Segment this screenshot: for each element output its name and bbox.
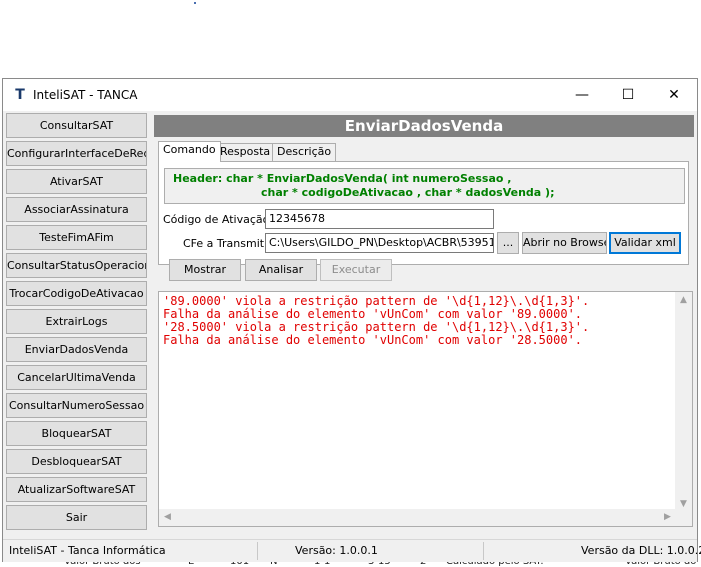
cfe-path-input[interactable]: C:\Users\GILDO_PN\Desktop\ACBR\53951450 [265, 233, 494, 253]
sidebar-item-extrair-logs[interactable]: ExtrairLogs [6, 309, 147, 334]
sidebar-item-atualizar-software[interactable]: AtualizarSoftwareSAT [6, 477, 147, 502]
header-line-2: char * codigoDeAtivacao , char * dadosVe… [261, 186, 555, 199]
tab-descricao[interactable]: Descrição [272, 143, 337, 161]
app-window: T InteliSAT - TANCA — ☐ ✕ ConsultarSAT C… [2, 78, 701, 562]
sidebar-item-configurar-interface[interactable]: ConfigurarInterfaceDeRede [6, 141, 147, 166]
sidebar-item-consultar-status[interactable]: ConsultarStatusOperacional [6, 253, 147, 278]
sidebar-item-teste-fim-a-fim[interactable]: TesteFimAFim [6, 225, 147, 250]
app-logo-icon: T [15, 87, 25, 103]
title-bar[interactable]: T InteliSAT - TANCA — ☐ ✕ [3, 79, 697, 111]
sidebar-item-associar-assinatura[interactable]: AssociarAssinatura [6, 197, 147, 222]
sidebar-item-ativar-sat[interactable]: AtivarSAT [6, 169, 147, 194]
sidebar-item-enviar-dados-venda[interactable]: EnviarDadosVenda [6, 337, 147, 362]
scroll-down-icon[interactable]: ▼ [675, 499, 692, 509]
sidebar-item-consultar-sat[interactable]: ConsultarSAT [6, 113, 147, 138]
header-line-1: Header: char * EnviarDadosVenda( int num… [173, 172, 512, 185]
abrir-browser-button[interactable]: Abrir no Browser [522, 232, 607, 254]
cfe-label: CFe a Transmitir: [183, 237, 276, 250]
sidebar-item-cancelar-ultima-venda[interactable]: CancelarUltimaVenda [6, 365, 147, 390]
codigo-label: Código de Ativação: [163, 213, 274, 226]
status-divider [483, 542, 484, 560]
sidebar-item-trocar-codigo[interactable]: TrocarCodigoDeAtivacao [6, 281, 147, 306]
analisar-button[interactable]: Analisar [245, 259, 317, 281]
stray-dot [194, 2, 196, 4]
browse-button[interactable]: ... [497, 232, 519, 254]
output-log[interactable]: '89.0000' viola a restrição pattern de '… [158, 291, 693, 527]
status-divider [257, 542, 258, 560]
log-line: Falha da análise do elemento 'vUnCom' co… [163, 333, 583, 347]
sidebar-item-sair[interactable]: Sair [6, 505, 147, 530]
log-line: '28.5000' viola a restrição pattern de '… [163, 320, 590, 334]
status-version: Versão: 1.0.0.1 [295, 544, 378, 557]
command-panel: EnviarDadosVenda Comando Resposta Descri… [154, 115, 694, 527]
header-signature: Header: char * EnviarDadosVenda( int num… [164, 168, 685, 204]
status-bar: InteliSAT - Tanca Informática Versão: 1.… [3, 539, 701, 562]
status-company: InteliSAT - Tanca Informática [9, 544, 166, 557]
sidebar-item-bloquear-sat[interactable]: BloquearSAT [6, 421, 147, 446]
tab-body: Header: char * EnviarDadosVenda( int num… [158, 161, 689, 265]
vertical-scrollbar[interactable]: ▲ ▼ [675, 292, 692, 512]
sidebar-item-desbloquear-sat[interactable]: DesbloquearSAT [6, 449, 147, 474]
status-dll-version: Versão da DLL: 1.0.0.2 [581, 544, 701, 557]
codigo-ativacao-input[interactable]: 12345678 [265, 209, 494, 229]
close-button[interactable]: ✕ [651, 79, 697, 111]
scroll-left-icon[interactable]: ◀ [159, 512, 176, 522]
validar-xml-button[interactable]: Validar xml [609, 232, 681, 254]
tab-resposta[interactable]: Resposta [215, 143, 276, 161]
horizontal-scrollbar[interactable]: ◀ ▶ [159, 509, 676, 526]
window-title: InteliSAT - TANCA [33, 88, 138, 102]
minimize-button[interactable]: — [559, 79, 605, 111]
scroll-up-icon[interactable]: ▲ [675, 295, 692, 305]
maximize-button[interactable]: ☐ [605, 79, 651, 111]
mostrar-button[interactable]: Mostrar [169, 259, 241, 281]
sidebar-item-consultar-numero-sessao[interactable]: ConsultarNumeroSessao [6, 393, 147, 418]
log-line: '89.0000' viola a restrição pattern de '… [163, 294, 590, 308]
scroll-corner [675, 509, 692, 526]
tab-comando[interactable]: Comando [158, 141, 221, 162]
scroll-right-icon[interactable]: ▶ [659, 512, 676, 522]
panel-title: EnviarDadosVenda [154, 115, 694, 137]
log-line: Falha da análise do elemento 'vUnCom' co… [163, 307, 583, 321]
executar-button: Executar [320, 259, 392, 281]
